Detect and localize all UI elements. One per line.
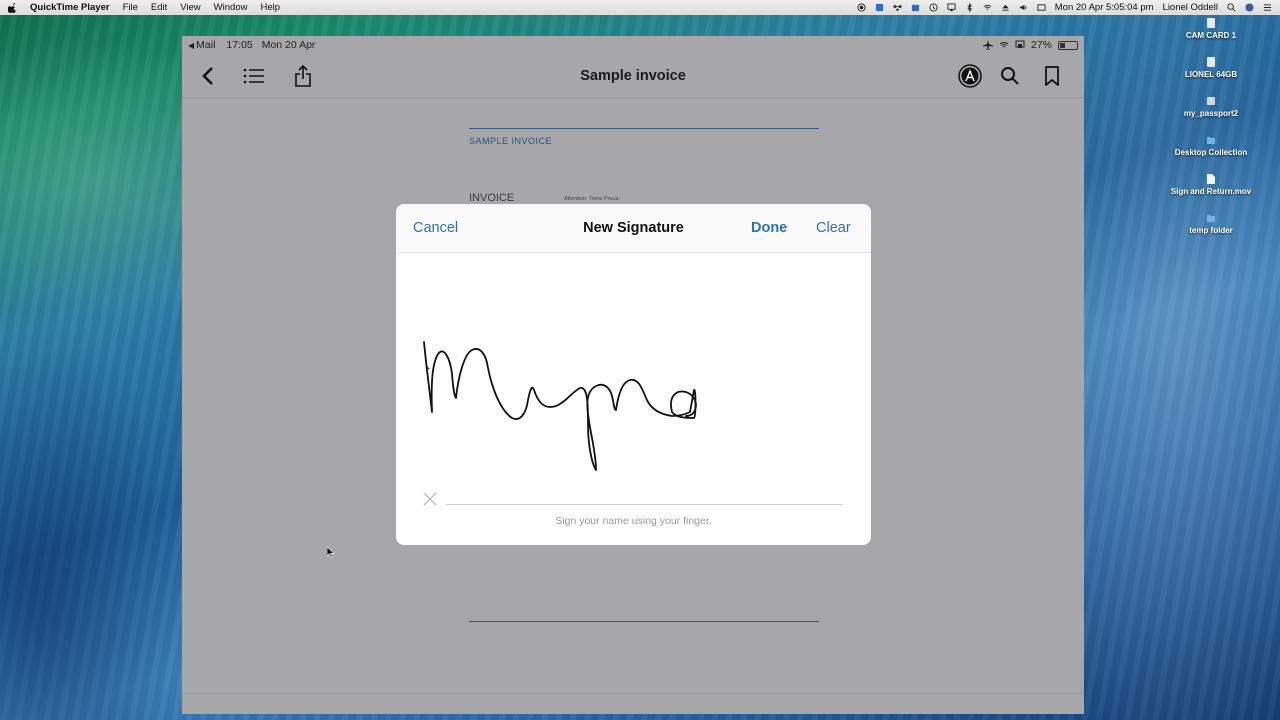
record-icon[interactable]: [857, 3, 866, 12]
menu-file[interactable]: File: [123, 2, 138, 13]
bookmark-button[interactable]: [1040, 64, 1064, 88]
menu-window[interactable]: Window: [214, 2, 248, 13]
back-to-app-label[interactable]: Mail: [196, 39, 215, 51]
dialog-title: New Signature: [583, 220, 684, 236]
airplay-icon[interactable]: [947, 3, 956, 12]
battery-percentage: 27%: [1030, 39, 1052, 51]
time-machine-icon[interactable]: [929, 3, 938, 12]
search-button[interactable]: [998, 64, 1022, 88]
back-to-app-icon[interactable]: ◀: [188, 41, 194, 50]
status-time: 17:05: [226, 39, 253, 51]
volume-icon[interactable]: [1019, 3, 1028, 12]
drive-icon: [1207, 18, 1215, 28]
menubar-datetime[interactable]: Mon 20 Apr 5:05:04 pm: [1055, 2, 1154, 13]
document-bottom-rule: [469, 621, 819, 622]
document-icon: [1207, 174, 1215, 184]
menu-help[interactable]: Help: [260, 2, 280, 13]
ipad-status-bar: ◀ Mail 17:05 Mon 20 Apr 27%: [182, 36, 1084, 54]
mouse-cursor-icon: [327, 547, 335, 558]
document-heading: SAMPLE INVOICE: [469, 136, 553, 146]
desktop-item-desktop-collection[interactable]: Desktop Collection: [1156, 135, 1266, 174]
signature-hint: Sign your name using your finger.: [555, 515, 712, 527]
menu-edit[interactable]: Edit: [151, 2, 167, 13]
signature-canvas[interactable]: [396, 254, 871, 494]
desktop-item-my-passport[interactable]: my_passport2: [1156, 96, 1266, 135]
document-attention: Attention: Trenz Pruca: [564, 196, 619, 202]
desktop-item-cam-card[interactable]: CAM CARD 1: [1156, 18, 1266, 57]
cancel-button[interactable]: Cancel: [413, 220, 458, 236]
siri-icon[interactable]: [1245, 3, 1254, 12]
menu-view[interactable]: View: [180, 2, 200, 13]
airplane-mode-icon: [982, 40, 993, 50]
bookmark-icon: [1045, 66, 1059, 86]
spotlight-search-icon[interactable]: [1227, 3, 1236, 12]
done-button[interactable]: Done: [751, 220, 787, 236]
upload-icon[interactable]: [911, 3, 920, 12]
external-drive-icon: [1207, 97, 1215, 105]
notification-center-icon[interactable]: [1263, 3, 1272, 12]
ipad-bottom-divider: [182, 693, 1084, 694]
dialog-header: Cancel New Signature Done Clear: [396, 204, 871, 253]
wifi-icon: [999, 42, 1009, 48]
new-signature-dialog: Cancel New Signature Done Clear Sign you…: [396, 204, 871, 545]
wifi-icon[interactable]: [983, 3, 992, 12]
desktop-item-lionel-64gb[interactable]: LIONEL 64GB: [1156, 57, 1266, 96]
signature-x-mark-icon: [423, 492, 437, 506]
desktop-icons: CAM CARD 1 LIONEL 64GB my_passport2 Desk…: [1156, 18, 1266, 252]
screen-mirroring-icon: [1015, 40, 1025, 48]
document-top-rule: [469, 128, 819, 129]
document-invoice-label: INVOICE: [469, 192, 515, 204]
markup-button[interactable]: [958, 64, 982, 88]
markup-pen-icon: [958, 64, 982, 88]
document-title: Sample invoice: [580, 67, 686, 84]
signature-baseline: [446, 504, 843, 505]
drive-icon: [1207, 57, 1215, 67]
flag-icon[interactable]: [1037, 3, 1046, 12]
search-icon: [1001, 67, 1019, 85]
dropbox-icon[interactable]: [892, 3, 902, 12]
folder-icon: [1207, 215, 1215, 222]
battery-icon: [1058, 40, 1078, 50]
desktop-item-temp-folder[interactable]: temp folder: [1156, 213, 1266, 252]
eject-icon[interactable]: [1001, 3, 1010, 12]
signature-stroke: [423, 341, 697, 471]
menu-app-name[interactable]: QuickTime Player: [30, 2, 110, 13]
ipad-nav-bar: Sample invoice: [182, 54, 1084, 98]
bluetooth-icon[interactable]: [965, 3, 974, 12]
menubar-user[interactable]: Lionel Oddell: [1163, 2, 1218, 13]
mac-menu-bar: QuickTime Player File Edit View Window H…: [0, 0, 1280, 15]
status-date: Mon 20 Apr: [261, 39, 316, 51]
apple-icon[interactable]: [8, 2, 18, 13]
folder-icon: [1207, 137, 1215, 144]
screen-share-icon[interactable]: [875, 3, 884, 12]
desktop-item-sign-and-return[interactable]: Sign and Return.mov: [1156, 174, 1266, 213]
clear-button[interactable]: Clear: [816, 220, 851, 236]
